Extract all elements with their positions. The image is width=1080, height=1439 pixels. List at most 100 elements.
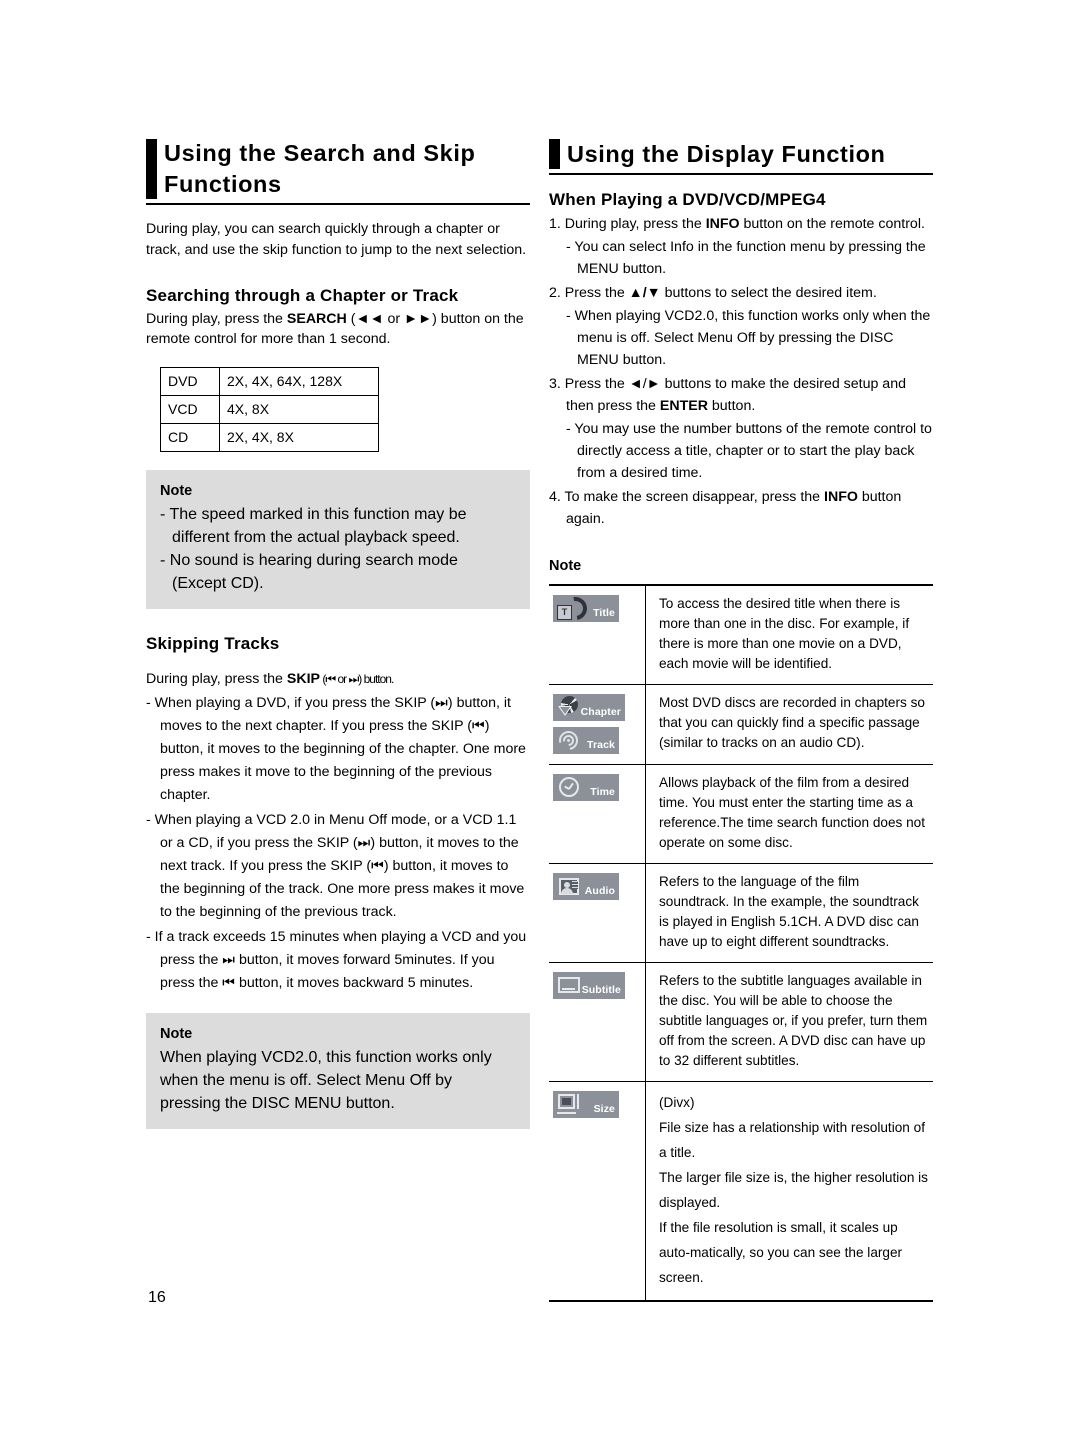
description-text: If the file resolution is small, it scal… bbox=[659, 1220, 903, 1285]
search-instruction-pre: During play, press the bbox=[146, 311, 287, 327]
list-item-sub: - You can select Info in the function me… bbox=[566, 239, 926, 277]
list-item-sub: - You may use the number buttons of the … bbox=[566, 421, 932, 481]
icon-label: Size bbox=[593, 1103, 615, 1115]
table-row: Subtitle Refers to the subtitle language… bbox=[549, 962, 933, 1082]
icon-cell: Audio bbox=[549, 863, 646, 963]
table-row: DVD 2X, 4X, 64X, 128X bbox=[160, 367, 379, 396]
heading-bar bbox=[549, 139, 560, 169]
chapter-icon: Chapter bbox=[553, 694, 625, 721]
manual-page: Using the Search and Skip Functions Duri… bbox=[0, 0, 1080, 1439]
list-item: 1. During play, press the INFO button on… bbox=[549, 213, 933, 235]
size-glyph bbox=[557, 1093, 581, 1116]
chapter-glyph bbox=[557, 696, 581, 719]
list-item: 4. To make the screen disappear, press t… bbox=[549, 486, 933, 530]
step-number: 4. bbox=[549, 489, 561, 505]
icon-cell: Time bbox=[549, 764, 646, 864]
display-icon-table: T Title To access the desired title when… bbox=[549, 584, 933, 1302]
step-keyword: ▲/▼ bbox=[628, 285, 661, 301]
list-item: - If a track exceeds 15 minutes when pla… bbox=[146, 929, 527, 991]
icon-cell: Size bbox=[549, 1081, 646, 1301]
subheading-when-playing: When Playing a DVD/VCD/MPEG4 bbox=[549, 190, 826, 209]
step-number: 1. bbox=[549, 216, 561, 232]
left-column: Using the Search and Skip Functions Duri… bbox=[146, 138, 530, 1129]
note-heading: Note bbox=[549, 558, 582, 574]
step-number: 2. bbox=[549, 285, 561, 301]
step-text-post: button on the remote control. bbox=[739, 216, 925, 232]
table-row: Time Allows playback of the film from a … bbox=[549, 764, 933, 864]
description-text: File size has a relationship with resolu… bbox=[659, 1120, 925, 1160]
list-item: 3. Press the ◄/► buttons to make the des… bbox=[549, 373, 933, 417]
description-cell: To access the desired title when there i… bbox=[645, 585, 933, 685]
table-row: VCD 4X, 8X bbox=[160, 395, 379, 424]
search-instruction: During play, press the SEARCH (◄◄ or ►►)… bbox=[146, 309, 530, 349]
list-item: 2. Press the ▲/▼ buttons to select the d… bbox=[549, 282, 933, 304]
description-cell: Refers to the language of the film sound… bbox=[645, 863, 933, 963]
subtitle-glyph bbox=[557, 974, 581, 997]
icon-cell: Chapter Track bbox=[549, 684, 646, 765]
list-item: - When playing a DVD, if you press the S… bbox=[146, 695, 526, 803]
step-keyword: INFO bbox=[824, 489, 858, 505]
description-text: The larger file size is, the higher reso… bbox=[659, 1170, 928, 1210]
track-icon: Track bbox=[553, 727, 619, 754]
list-item-sub: - When playing VCD2.0, this function wor… bbox=[566, 308, 931, 368]
icon-cell: Subtitle bbox=[549, 962, 646, 1082]
speed-values-cd: 2X, 4X, 8X bbox=[219, 423, 379, 452]
note-line: - The speed marked in this function may … bbox=[160, 506, 467, 546]
description-text: Most DVD discs are recorded in chapters … bbox=[659, 695, 925, 750]
skip-instruction: During play, press the SKIP (⏮ or ⏭) but… bbox=[146, 669, 530, 690]
section-title-text: Using the Display Function bbox=[567, 141, 886, 167]
title-glyph: T bbox=[557, 592, 592, 625]
skip-keyword: SKIP bbox=[286, 671, 321, 687]
table-row: T Title To access the desired title when… bbox=[549, 585, 933, 685]
note-title: Note bbox=[160, 1026, 193, 1042]
step-number: 3. bbox=[549, 376, 561, 392]
description-text: Refers to the subtitle languages availab… bbox=[659, 973, 928, 1068]
description-text: To access the desired title when there i… bbox=[659, 596, 910, 671]
page-number: 16 bbox=[148, 1289, 166, 1306]
heading-bar bbox=[146, 139, 157, 199]
subtitle-icon: Subtitle bbox=[553, 972, 625, 999]
note-line: When playing VCD2.0, this function works… bbox=[160, 1049, 492, 1112]
subheading-searching: Searching through a Chapter or Track bbox=[146, 286, 459, 305]
table-row: CD 2X, 4X, 8X bbox=[160, 423, 379, 452]
speed-format-vcd: VCD bbox=[160, 395, 220, 424]
description-cell: (Divx) File size has a relationship with… bbox=[646, 1082, 934, 1302]
icon-label: Track bbox=[587, 739, 615, 751]
section-title-display: Using the Display Function bbox=[549, 138, 933, 175]
description-cell: Refers to the subtitle languages availab… bbox=[645, 962, 933, 1082]
time-icon: Time bbox=[553, 774, 619, 801]
audio-glyph bbox=[557, 875, 581, 898]
search-speed-table: DVD 2X, 4X, 64X, 128X VCD 4X, 8X CD 2X, … bbox=[160, 367, 379, 452]
icon-cell: T Title bbox=[549, 585, 646, 685]
step-text-pre: Press the bbox=[564, 285, 629, 301]
table-row: Audio Refers to the language of the film… bbox=[549, 863, 933, 963]
step-text-post: buttons to select the desired item. bbox=[660, 285, 877, 301]
note-box-search: Note - The speed marked in this function… bbox=[146, 470, 530, 609]
intro-paragraph: During play, you can search quickly thro… bbox=[146, 221, 527, 258]
step-text-post: button. bbox=[707, 398, 756, 414]
section-title-search-skip: Using the Search and Skip Functions bbox=[146, 138, 530, 205]
subheading-skipping: Skipping Tracks bbox=[146, 634, 280, 653]
step-keyword: ENTER bbox=[659, 398, 708, 414]
search-instruction-mid: (◄◄ or ►►) button on the bbox=[346, 311, 524, 327]
icon-label: Time bbox=[590, 786, 615, 798]
size-icon: Size bbox=[553, 1091, 619, 1118]
audio-icon: Audio bbox=[553, 873, 619, 900]
right-column: Using the Display Function When Playing … bbox=[549, 138, 933, 1302]
icon-label: Audio bbox=[584, 885, 615, 897]
note-box-skip: Note When playing VCD2.0, this function … bbox=[146, 1013, 530, 1129]
list-item: - When playing a VCD 2.0 in Menu Off mod… bbox=[146, 812, 525, 920]
step-keyword: INFO bbox=[705, 216, 740, 232]
description-text: Refers to the language of the film sound… bbox=[659, 874, 919, 949]
icon-label: Title bbox=[593, 607, 615, 619]
step-text-pre: To make the screen disappear, press the bbox=[564, 489, 824, 505]
step-text-pre: During play, press the bbox=[564, 216, 706, 232]
speed-values-dvd: 2X, 4X, 64X, 128X bbox=[219, 367, 379, 396]
track-glyph bbox=[555, 729, 581, 754]
section-title-text: Using the Search and Skip Functions bbox=[164, 140, 476, 197]
search-instruction-post: remote control for more than 1 second. bbox=[146, 331, 391, 347]
description-text: Allows playback of the film from a desir… bbox=[659, 775, 925, 850]
icon-label: Subtitle bbox=[581, 984, 621, 996]
description-text: (Divx) bbox=[659, 1095, 695, 1110]
skip-instruction-post: (⏮ or ⏭) button. bbox=[320, 672, 394, 686]
